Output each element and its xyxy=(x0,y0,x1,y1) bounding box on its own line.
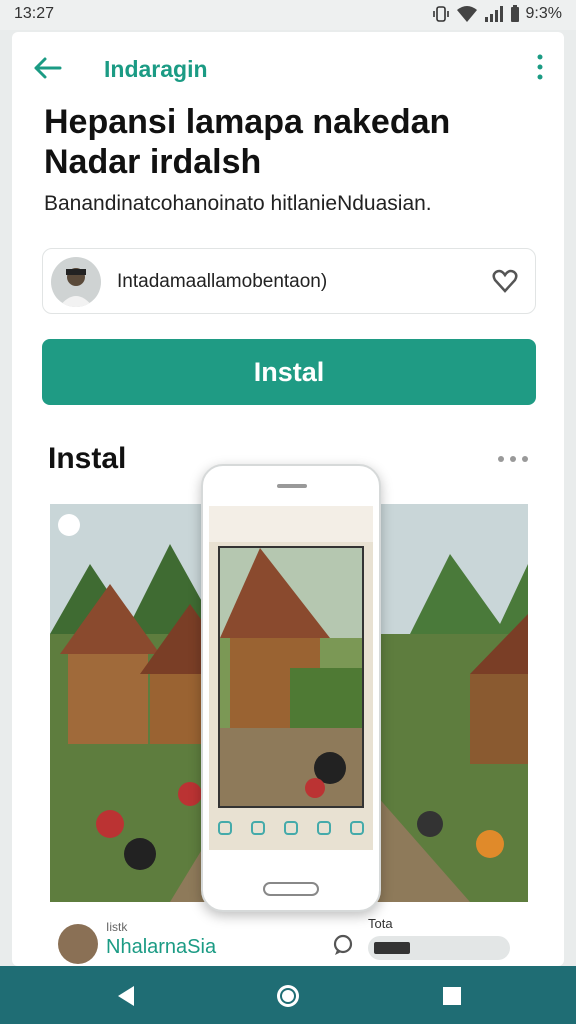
nav-home-icon[interactable] xyxy=(274,982,302,1010)
total-progress-fill xyxy=(374,942,410,954)
phone-app-bar xyxy=(209,506,373,542)
battery-text: 9:3% xyxy=(525,5,562,22)
phone-screen xyxy=(209,506,373,850)
developer-row[interactable]: Iistk NhalarnaSia xyxy=(50,914,353,966)
phone-photo xyxy=(218,546,364,808)
total-label: Tota xyxy=(368,916,393,931)
more-vert-icon[interactable] xyxy=(530,52,550,82)
total-progress-bar xyxy=(368,936,510,960)
gallery-expand-icon[interactable] xyxy=(58,514,80,536)
signal-icon xyxy=(484,6,503,22)
page-subtitle: Banandinatcohanoinato hitlanieNduasian. xyxy=(44,192,432,215)
phone-nav-circle-icon xyxy=(283,821,298,835)
phone-home-button xyxy=(263,882,319,896)
phone-nav-square-icon xyxy=(316,821,331,835)
account-card[interactable]: Intadamaallamobentaon) xyxy=(42,248,536,314)
heart-icon[interactable] xyxy=(491,267,519,295)
status-time: 13:27 xyxy=(14,5,55,22)
system-nav-bar xyxy=(0,966,576,1024)
avatar xyxy=(51,257,101,307)
phone-nav-settings-icon xyxy=(349,821,364,835)
status-icons: 9:3% xyxy=(432,5,562,23)
total-row: Tota xyxy=(366,914,536,966)
developer-label: Iistk xyxy=(106,920,128,934)
nav-recents-icon[interactable] xyxy=(438,982,466,1010)
account-name: Intadamaallamobentaon) xyxy=(117,271,328,292)
chat-icon[interactable] xyxy=(332,934,354,956)
battery-icon xyxy=(510,5,519,22)
install-button[interactable]: Instal xyxy=(42,339,536,405)
phone-nav-search-icon xyxy=(251,821,266,835)
app-name: Indaragin xyxy=(104,56,208,82)
back-arrow-icon[interactable] xyxy=(32,54,64,82)
vibrate-icon xyxy=(432,6,449,22)
developer-name: NhalarnaSia xyxy=(106,936,217,958)
top-bar: Indaragin xyxy=(12,32,564,104)
app-card: Indaragin Hepansi lamapa nakedan Nadar i… xyxy=(12,32,564,966)
phone-mockup xyxy=(201,464,381,912)
more-horiz-icon[interactable] xyxy=(496,452,530,466)
developer-avatar xyxy=(58,924,98,964)
phone-nav-bar xyxy=(209,812,373,844)
page-headline: Hepansi lamapa nakedan Nadar irdalsh xyxy=(44,103,451,181)
phone-speaker xyxy=(277,484,307,488)
status-bar: 13:27 9:3% xyxy=(0,0,576,30)
section-title: Instal xyxy=(48,442,127,475)
phone-nav-home-icon xyxy=(218,821,233,835)
wifi-icon xyxy=(456,6,477,22)
nav-back-icon[interactable] xyxy=(112,982,140,1010)
